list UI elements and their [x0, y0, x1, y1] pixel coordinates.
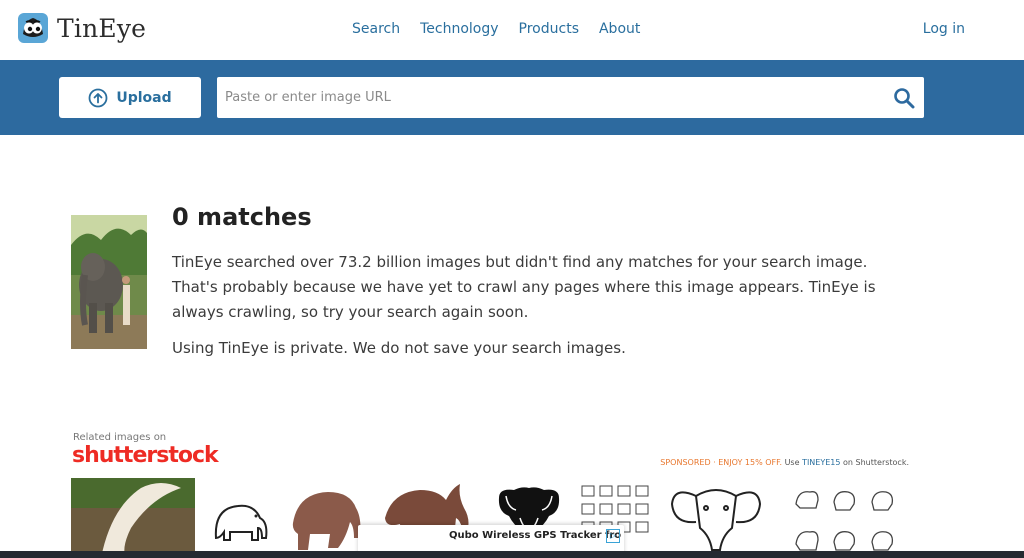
sponsored-text: SPONSORED · ENJOY 15% OFF.: [660, 458, 783, 467]
login-link[interactable]: Log in: [923, 21, 965, 37]
ad-title: Qubo Wireless GPS Tracker fro: [449, 530, 622, 541]
magnifier-icon[interactable]: [893, 87, 915, 109]
nav-search[interactable]: Search: [352, 21, 400, 37]
related-image-7[interactable]: [666, 478, 766, 558]
on-text: on Shutterstock.: [843, 458, 909, 467]
image-url-input[interactable]: [217, 77, 877, 118]
brand-name: TinEye: [57, 13, 147, 43]
upload-arrow-icon: [88, 88, 108, 107]
url-search-box: [217, 77, 924, 118]
promo-code: TINEYE15: [802, 458, 841, 467]
bottom-bar: [0, 551, 1024, 558]
no-match-message: TinEye searched over 73.2 billion images…: [172, 253, 876, 321]
related-image-2[interactable]: [210, 478, 274, 558]
nav-products[interactable]: Products: [519, 21, 579, 37]
brand-logo[interactable]: TinEye: [17, 12, 146, 44]
shutterstock-logo[interactable]: shutterstock: [72, 443, 219, 468]
privacy-note: Using TinEye is private. We do not save …: [172, 339, 626, 357]
result-count-title: 0 matches: [172, 203, 312, 231]
related-image-8[interactable]: [790, 478, 900, 558]
related-image-3[interactable]: [288, 478, 366, 558]
query-image-thumbnail: [71, 215, 147, 349]
search-band: Upload: [0, 60, 1024, 135]
tineye-logo-icon: [18, 13, 48, 43]
related-images-label: Related images on: [73, 432, 167, 443]
upload-label: Upload: [116, 89, 172, 106]
upload-button[interactable]: Upload: [59, 77, 201, 118]
sponsored-note: SPONSORED · ENJOY 15% OFF. Use TINEYE15 …: [660, 458, 909, 467]
related-image-1[interactable]: [71, 478, 195, 558]
main-nav: Search Technology Products About: [352, 21, 660, 37]
nav-technology[interactable]: Technology: [420, 21, 498, 37]
use-text: Use: [784, 458, 800, 467]
adchoices-icon[interactable]: ▷: [606, 529, 620, 543]
top-navigation: TinEye Search Technology Products About …: [0, 0, 1024, 60]
nav-about[interactable]: About: [599, 21, 640, 37]
